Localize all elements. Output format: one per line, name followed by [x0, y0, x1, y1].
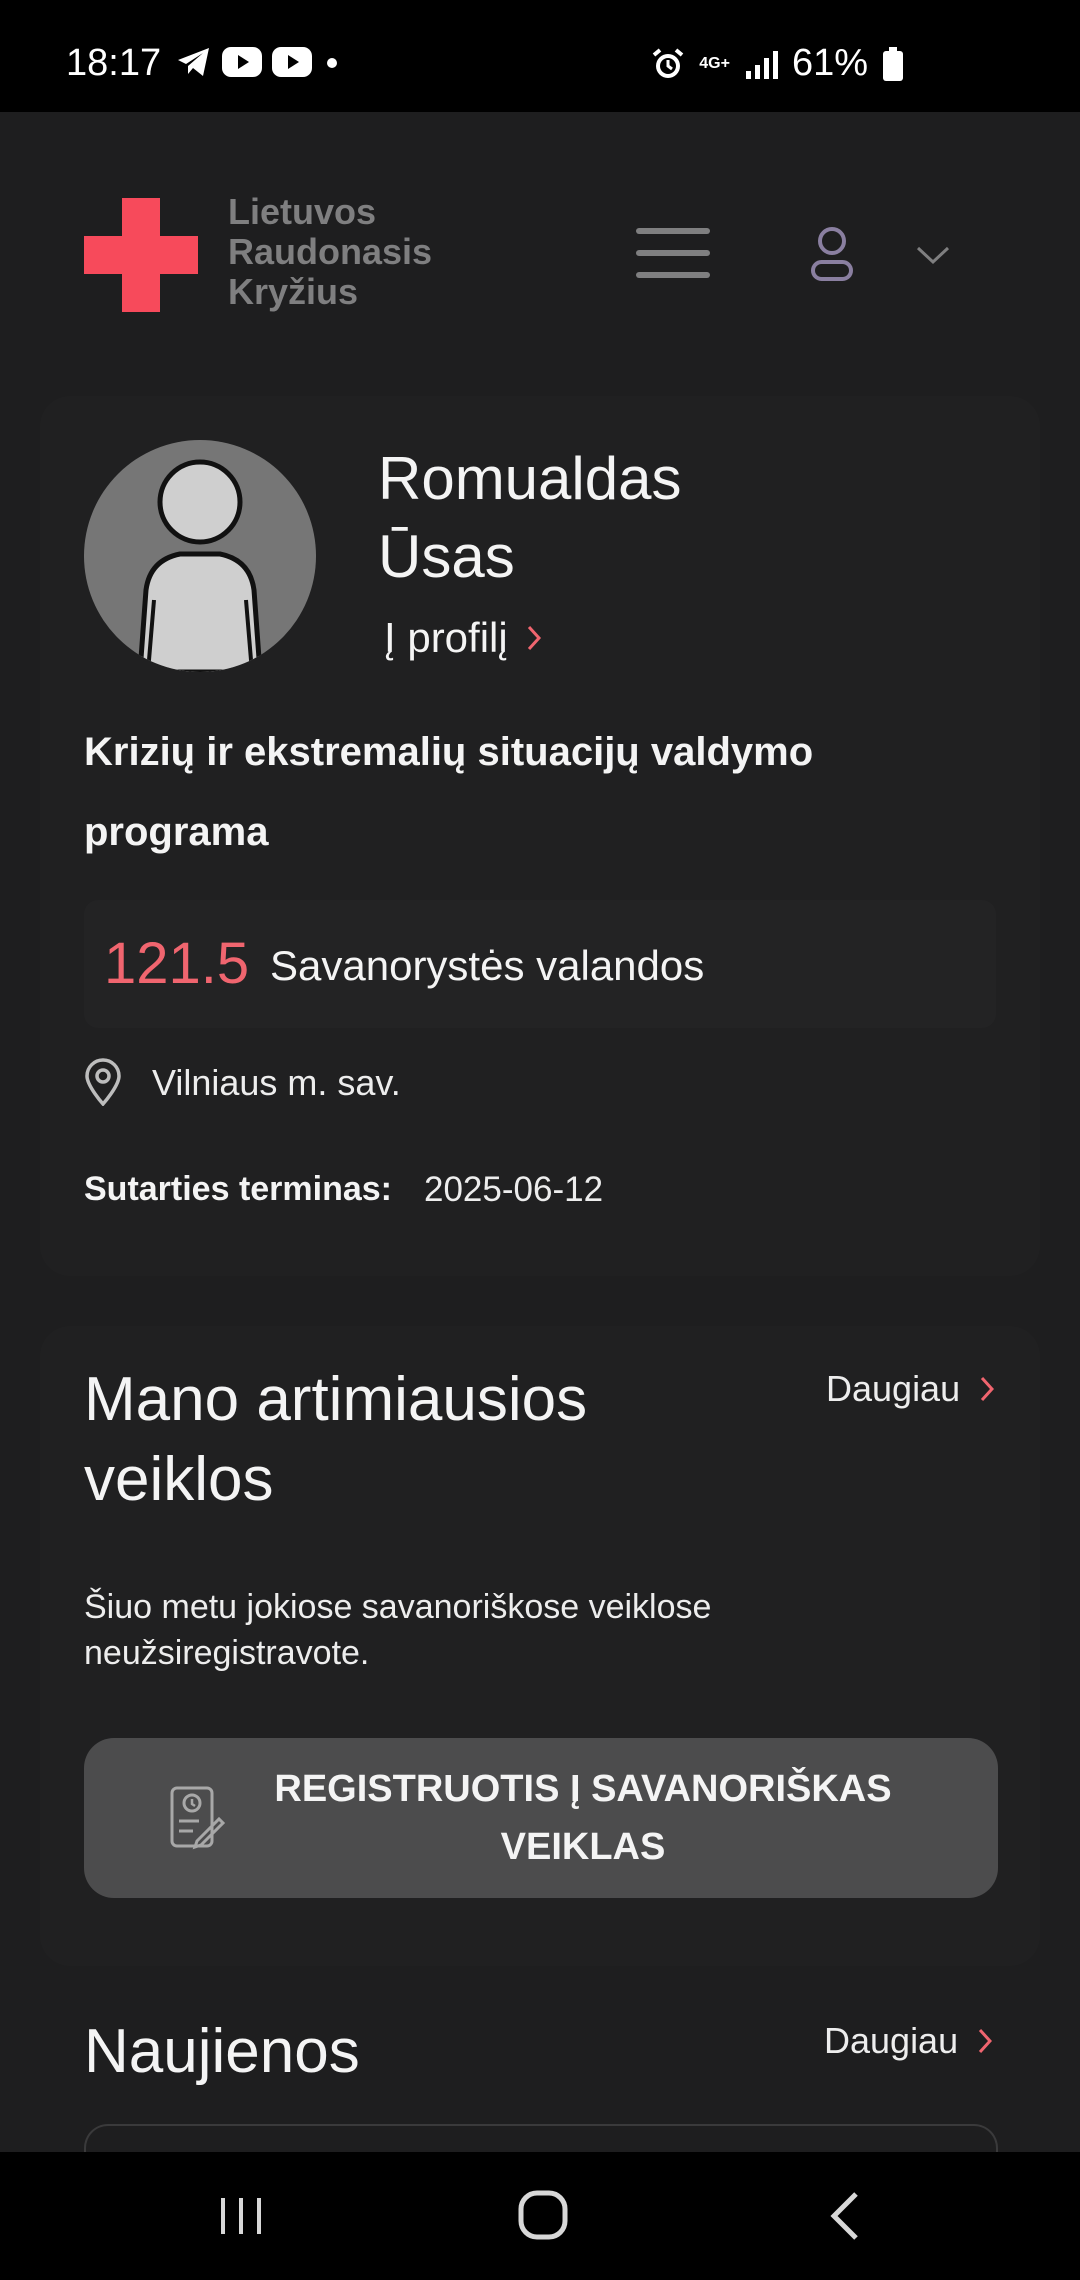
- logo-line-2: Raudonasis: [228, 231, 433, 272]
- chevron-right-icon: [527, 625, 541, 651]
- contract-term-label: Sutarties terminas:: [84, 1170, 392, 1208]
- notification-icons: [176, 46, 342, 78]
- status-time: 18:17: [66, 42, 162, 84]
- news-more-label: Daugiau: [824, 2020, 959, 2061]
- youtube-icon: [222, 47, 262, 77]
- recent-apps-icon[interactable]: [218, 2196, 264, 2236]
- logo-line-1: Lietuvos: [228, 191, 377, 232]
- alarm-icon: [652, 47, 684, 78]
- hours-label: Savanorystės valandos: [270, 942, 705, 989]
- activities-more-label: Daugiau: [826, 1368, 961, 1409]
- logo-line-3: Kryžius: [228, 271, 359, 312]
- activities-more-link[interactable]: Daugiau: [826, 1368, 995, 1410]
- avatar-figure-icon: [137, 459, 263, 672]
- user-last-name: Ūsas: [378, 523, 515, 590]
- profile-link-label: Į profilį: [384, 614, 508, 661]
- profile-link[interactable]: Į profilį: [384, 614, 542, 662]
- network-type: 4G+: [699, 54, 730, 72]
- home-icon[interactable]: [518, 2190, 568, 2240]
- activities-empty-message: Šiuo metu jokiose savanoriškose veiklose…: [84, 1588, 712, 1672]
- youtube-icon-2: [272, 47, 312, 77]
- program-title: Krizių ir ekstremalių situacijų valdymo …: [84, 730, 814, 854]
- chevron-down-icon[interactable]: [916, 244, 950, 266]
- contract-term-value: 2025-06-12: [424, 1170, 604, 1209]
- location-text: Vilniaus m. sav.: [152, 1062, 401, 1103]
- register-activities-button[interactable]: REGISTRUOTIS Į SAVANORIŠKAS VEIKLAS: [84, 1738, 998, 1898]
- news-title: Naujienos: [84, 2017, 360, 2086]
- telegram-icon: [178, 48, 209, 76]
- hours-value: 121.5: [104, 931, 250, 996]
- status-bar: 18:17 4G+ 61%: [0, 0, 1080, 112]
- hamburger-icon[interactable]: [636, 226, 710, 280]
- logo-text[interactable]: Lietuvos Raudonasis Kryžius: [228, 192, 432, 312]
- avatar[interactable]: [84, 440, 316, 672]
- location-pin-icon: [85, 1058, 121, 1106]
- signal-icon: [745, 50, 778, 79]
- chevron-right-icon: [980, 1376, 995, 1402]
- register-button-label: REGISTRUOTIS Į SAVANORIŠKAS VEIKLAS: [274, 1768, 892, 1868]
- user-name: Romualdas Ūsas: [378, 440, 818, 596]
- user-first-name: Romualdas: [378, 445, 682, 512]
- system-icons: 4G+ 61%: [651, 42, 904, 85]
- battery-percent: 61%: [791, 42, 868, 84]
- dot-icon: [327, 58, 337, 68]
- news-more-link[interactable]: Daugiau: [824, 2020, 993, 2062]
- activities-title: Mano artimiausios veiklos: [84, 1365, 588, 1514]
- back-icon[interactable]: [828, 2190, 862, 2242]
- chevron-right-icon: [978, 2028, 993, 2054]
- red-cross-logo-icon[interactable]: [84, 198, 198, 312]
- battery-icon: [883, 46, 903, 81]
- clipboard-edit-icon: [170, 1786, 225, 1850]
- user-icon[interactable]: [810, 226, 854, 282]
